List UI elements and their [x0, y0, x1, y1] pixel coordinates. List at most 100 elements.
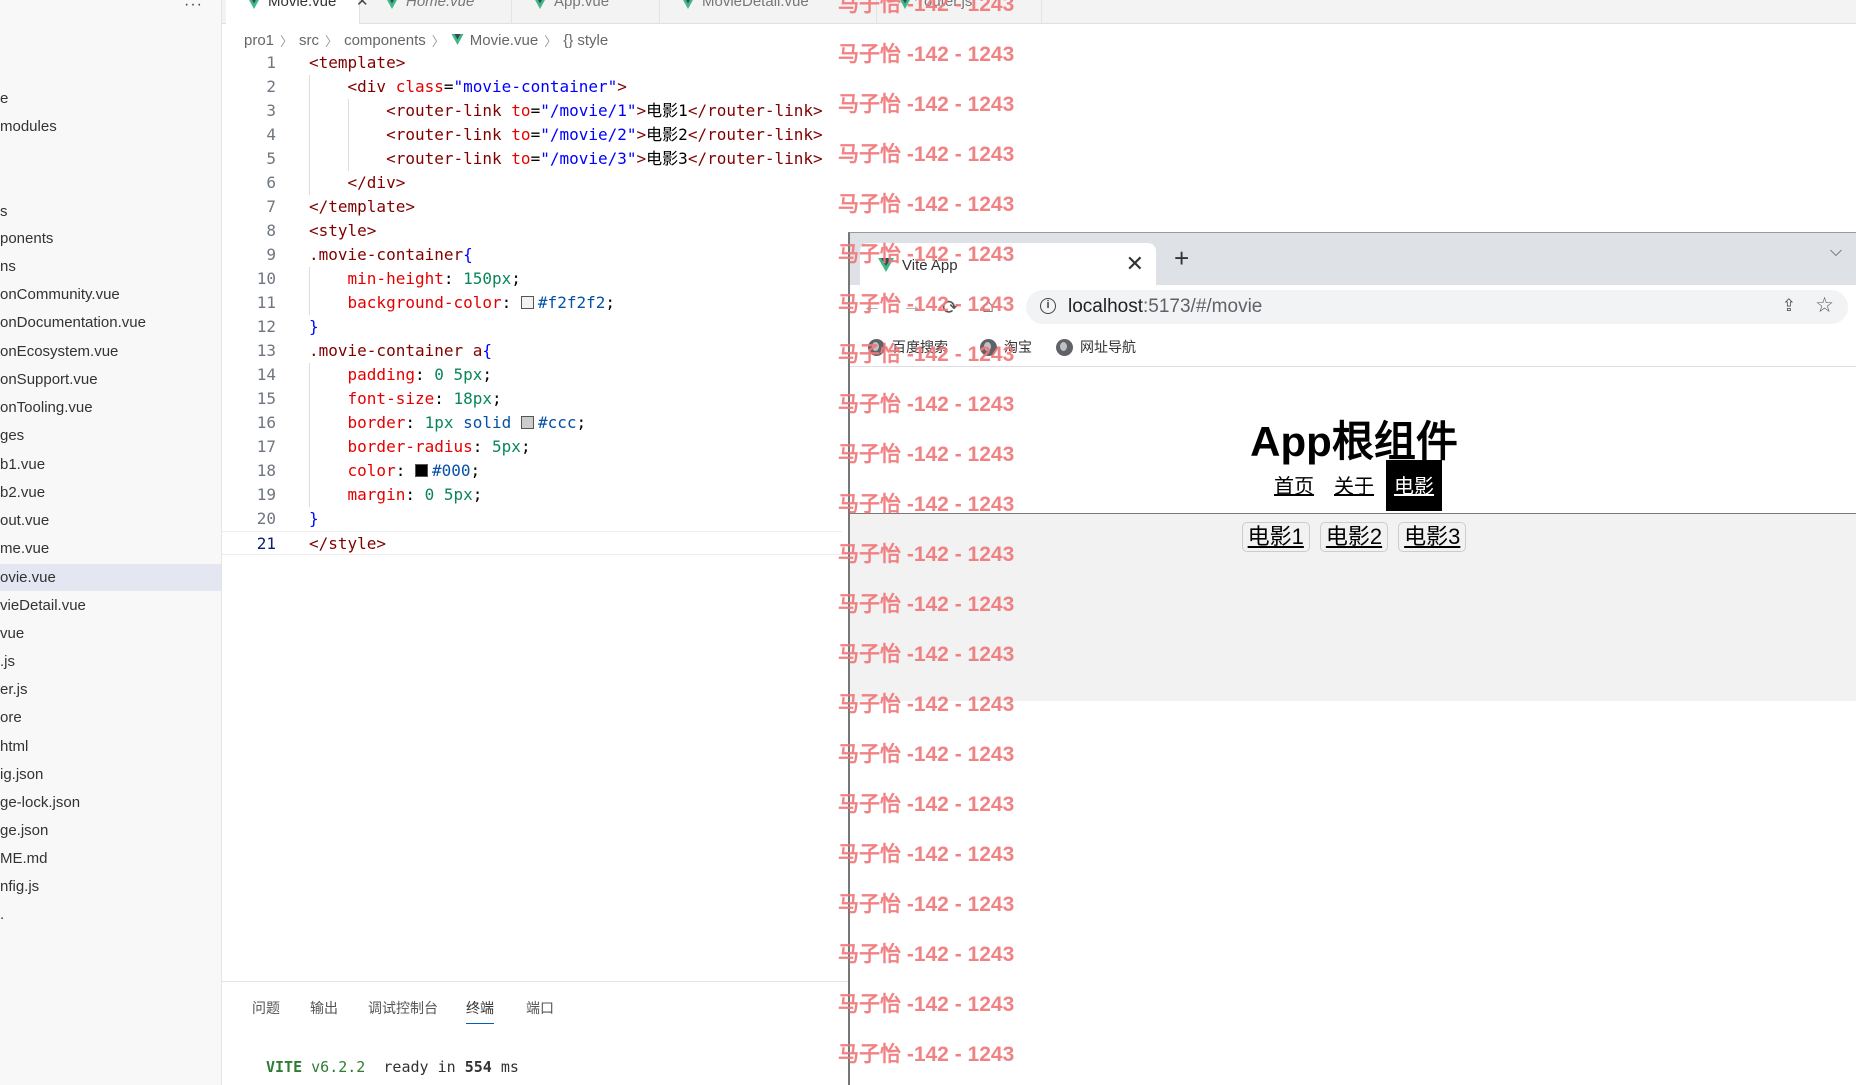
panel-tab[interactable]: 端口: [526, 998, 554, 1018]
code-token: class: [395, 77, 444, 96]
code-line[interactable]: 8 <style>: [222, 219, 842, 243]
code-line[interactable]: 21 </style>: [222, 531, 842, 555]
explorer-item[interactable]: vieDetail.vue: [0, 592, 221, 619]
new-tab-button[interactable]: +: [1174, 245, 1189, 271]
tab-label: Movie.vue: [268, 0, 337, 10]
code-line[interactable]: 19 margin: 0 5px;: [222, 483, 842, 507]
explorer-item[interactable]: out.vue: [0, 507, 221, 534]
explorer-item[interactable]: me.vue: [0, 535, 221, 562]
code-token: ;: [576, 413, 587, 432]
info-icon[interactable]: i: [1040, 298, 1056, 314]
code-line[interactable]: 10 min-height: 150px;: [222, 267, 842, 291]
code-line[interactable]: 20}: [222, 507, 842, 531]
screenshot-root: { "explorer": { "more_glyph": "···", "it…: [0, 0, 1856, 1085]
code-line[interactable]: 11 background-color: #f2f2f2;: [222, 291, 842, 315]
code-line[interactable]: 15 font-size: 18px;: [222, 387, 842, 411]
nav-link[interactable]: 电影: [1386, 460, 1442, 511]
explorer-item[interactable]: ponents: [0, 225, 221, 252]
code-line[interactable]: 9 .movie-container{: [222, 243, 842, 267]
code-line[interactable]: 6 </div>: [222, 171, 842, 195]
breadcrumb-item[interactable]: pro1: [244, 32, 274, 49]
watermark-text: 马子怡 -142 - 1243: [838, 343, 1015, 366]
nav-link[interactable]: 首页: [1266, 460, 1322, 511]
close-tab-icon[interactable]: ✕: [1126, 251, 1144, 277]
code-line[interactable]: 16 border: 1px solid #ccc;: [222, 411, 842, 435]
code-line[interactable]: 17 border-radius: 5px;: [222, 435, 842, 459]
tab-home-vue[interactable]: Home.vue: [364, 0, 512, 24]
explorer-item[interactable]: vue: [0, 620, 221, 647]
tab-search-chevron-icon[interactable]: ⌵: [1830, 243, 1842, 261]
explorer-item[interactable]: ig.json: [0, 761, 221, 788]
explorer-item[interactable]: er.js: [0, 676, 221, 703]
line-content: </div>: [309, 171, 406, 195]
address-bar[interactable]: i localhost:5173/#/movie ⇪ ☆: [1026, 290, 1848, 324]
code-line[interactable]: 4 <router-link to="/movie/2">电影2</router…: [222, 123, 842, 147]
explorer-item[interactable]: .: [0, 901, 221, 928]
explorer-item[interactable]: ore: [0, 704, 221, 731]
color-swatch[interactable]: [520, 416, 534, 429]
watermark-text: 马子怡 -142 - 1243: [838, 193, 1015, 216]
nav-link[interactable]: 关于: [1326, 460, 1382, 511]
movie-link[interactable]: 电影3: [1398, 522, 1467, 552]
vite-version: v6.2.2: [311, 1058, 366, 1076]
explorer-item[interactable]: onEcosystem.vue: [0, 338, 221, 365]
code-line[interactable]: 5 <router-link to="/movie/3">电影3</router…: [222, 147, 842, 171]
url-text: localhost:5173/#/movie: [1068, 296, 1262, 318]
explorer-item[interactable]: .js: [0, 648, 221, 675]
explorer-item[interactable]: s: [0, 198, 221, 225]
code-line[interactable]: 18 color: #000;: [222, 459, 842, 483]
more-actions-icon[interactable]: ···: [184, 0, 203, 14]
explorer-item[interactable]: modules: [0, 113, 221, 140]
explorer-item[interactable]: ns: [0, 253, 221, 280]
code-token: :: [434, 389, 454, 408]
line-number: 13: [256, 341, 276, 360]
explorer-item[interactable]: ges: [0, 422, 221, 449]
panel-tab[interactable]: 终端: [466, 998, 494, 1024]
code-token: "movie-container": [453, 77, 618, 96]
code-token: 18px: [453, 389, 493, 408]
breadcrumb-item[interactable]: {} style: [563, 32, 608, 49]
explorer-item[interactable]: b1.vue: [0, 451, 221, 478]
panel-tab[interactable]: 调试控制台: [368, 998, 438, 1018]
panel-tab[interactable]: 输出: [310, 998, 338, 1018]
tab-app-vue[interactable]: App.vue: [512, 0, 660, 24]
tab-movie-vue[interactable]: Movie.vue ✕: [226, 0, 369, 24]
code-line[interactable]: 7 </template>: [222, 195, 842, 219]
share-icon[interactable]: ⇪: [1782, 296, 1796, 316]
panel-tab[interactable]: 问题: [252, 998, 280, 1018]
code-line[interactable]: 12}: [222, 315, 842, 339]
code-token: "/movie/2": [540, 125, 637, 144]
explorer-item[interactable]: b2.vue: [0, 479, 221, 506]
terminal-output[interactable]: VITE v6.2.2 ready in 554 ms: [266, 1058, 519, 1076]
breadcrumb-item[interactable]: src: [299, 32, 319, 49]
explorer-item[interactable]: onTooling.vue: [0, 394, 221, 421]
explorer-item[interactable]: ge-lock.json: [0, 789, 221, 816]
explorer-item[interactable]: nfig.js: [0, 873, 221, 900]
bookmark-item[interactable]: 网址导航: [1056, 337, 1136, 357]
explorer-item[interactable]: ME.md: [0, 845, 221, 872]
code-editor[interactable]: 1 <template> 2 <div class="movie-container…: [222, 51, 842, 555]
explorer-item[interactable]: html: [0, 733, 221, 760]
explorer-item[interactable]: onDocumentation.vue: [0, 309, 221, 336]
code-token: </router-link>: [687, 125, 823, 144]
code-token: padding: [347, 365, 415, 384]
code-line[interactable]: 13 .movie-container a{: [222, 339, 842, 363]
color-swatch[interactable]: [520, 296, 534, 309]
code-line[interactable]: 2 <div class="movie-container">: [222, 75, 842, 99]
explorer-item[interactable]: ovie.vue: [0, 564, 221, 591]
explorer-item[interactable]: ge.json: [0, 817, 221, 844]
breadcrumb-item[interactable]: components: [344, 32, 426, 49]
star-icon[interactable]: ☆: [1815, 293, 1834, 318]
code-line[interactable]: 1 <template>: [222, 51, 842, 75]
color-swatch[interactable]: [414, 464, 428, 477]
explorer-item[interactable]: e: [0, 85, 221, 112]
explorer-item[interactable]: onSupport.vue: [0, 366, 221, 393]
breadcrumb-item[interactable]: Movie.vue: [470, 32, 538, 49]
movie-link[interactable]: 电影2: [1319, 522, 1389, 552]
code-line[interactable]: 14 padding: 0 5px;: [222, 363, 842, 387]
movie-link[interactable]: 电影1: [1241, 522, 1310, 552]
code-line[interactable]: 3 <router-link to="/movie/1">电影1</router…: [222, 99, 842, 123]
explorer-item[interactable]: onCommunity.vue: [0, 281, 221, 308]
